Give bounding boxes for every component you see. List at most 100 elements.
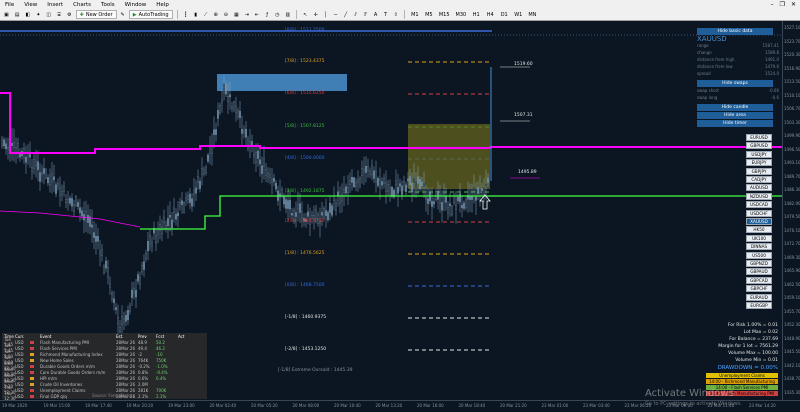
menu-file[interactable]: File: [0, 2, 19, 8]
impact-icon: [30, 359, 34, 362]
symbol-button-audusd[interactable]: AUDUSD: [746, 184, 772, 192]
symbol-button-uk100[interactable]: UK100: [746, 234, 772, 242]
periods-icon[interactable]: ◷: [273, 10, 281, 19]
tile-windows-icon[interactable]: ▦: [232, 10, 241, 19]
news-cell: 46.2: [156, 345, 165, 351]
zoom-in-icon[interactable]: ⊕: [212, 10, 220, 19]
timeframe-m15[interactable]: M15: [437, 10, 452, 19]
hide-area-button[interactable]: Hide area: [697, 112, 773, 119]
candlestick-icon[interactable]: ▮: [192, 10, 200, 19]
candle-body: [137, 274, 139, 282]
timeframe-m5[interactable]: M5: [423, 10, 435, 19]
candle-body: [125, 315, 127, 322]
fibonacci-icon[interactable]: 𝔽: [362, 10, 370, 19]
channel-icon[interactable]: ⫽: [352, 10, 360, 19]
symbol-button-gbpcad[interactable]: GBPCAD: [746, 276, 772, 284]
restore-icon[interactable]: ❐: [780, 1, 785, 8]
menu-tools[interactable]: Tools: [96, 2, 120, 8]
zoom-out-icon[interactable]: ⊖: [222, 10, 230, 19]
templates-icon[interactable]: ▥: [284, 10, 293, 19]
hide-swaps-button[interactable]: Hide swaps: [697, 80, 773, 87]
symbol-button-gbpnzd[interactable]: GBPNZD: [746, 260, 772, 267]
indicators-icon[interactable]: ƒ: [263, 10, 271, 19]
price-axis[interactable]: 1527.10 1523.70 1520.30 1516.90 1513.50 1510.…: [782, 21, 800, 400]
news-cell: Thu 12:30: [4, 391, 16, 401]
news-cell: [30, 394, 40, 399]
cursor-icon[interactable]: ↖: [301, 10, 309, 19]
timeframe-h1[interactable]: H1: [470, 10, 482, 19]
profiles-icon[interactable]: ▤: [13, 10, 22, 19]
candle-body: [447, 207, 449, 214]
symbol-button-xauusd[interactable]: XAUUSD: [746, 218, 772, 225]
symbol-button-cadjpy[interactable]: CADJPY: [746, 176, 772, 183]
autotrading-button[interactable]: ▶ AutoTrading: [128, 10, 173, 19]
trendline-icon[interactable]: ╱: [342, 10, 350, 19]
symbol-button-eurgbp[interactable]: EURGBP: [746, 302, 772, 309]
symbol-button-hk50[interactable]: HK50: [746, 226, 772, 234]
candle-body: [147, 241, 149, 251]
terminal-icon[interactable]: ◫: [44, 10, 53, 19]
options-icon[interactable]: ⚙: [65, 10, 73, 19]
symbol-button-gbpusd[interactable]: GBPUSD: [746, 142, 772, 150]
new-order-button[interactable]: ✚ New Order: [75, 10, 117, 19]
line-chart-icon[interactable]: ⟋: [202, 10, 210, 19]
strategy-tester-icon[interactable]: ⌸: [55, 10, 63, 19]
price-tick-label: 1486.30: [784, 187, 800, 192]
symbol-button-gbpaud[interactable]: GBPAUD: [746, 268, 772, 276]
candle-body: [201, 168, 203, 175]
symbol-button-gbpchf[interactable]: GBPCHF: [746, 285, 772, 293]
timeframe-w1[interactable]: W1: [512, 10, 524, 19]
timeframe-d1[interactable]: D1: [498, 10, 510, 19]
menu-view[interactable]: View: [19, 2, 42, 8]
symbol-button-usdcad[interactable]: USDCAD: [746, 201, 772, 209]
hide-candle-button[interactable]: Hide candle: [697, 104, 773, 111]
menu-insert[interactable]: Insert: [42, 2, 68, 8]
crosshair-icon[interactable]: ✛: [311, 10, 319, 19]
candle-body: [453, 195, 455, 203]
price-tick-label: 1462.50: [784, 281, 800, 287]
candle-body: [199, 180, 201, 189]
candle-body: [275, 182, 277, 190]
candle-body: [411, 182, 413, 193]
symbol-button-us500[interactable]: US500: [746, 251, 772, 259]
symbol-button-nzdusd[interactable]: NZDUSD: [746, 192, 772, 200]
news-cell: [30, 388, 40, 393]
market-watch-icon[interactable]: ◧: [23, 10, 32, 19]
price-tick-label: 1435.30: [784, 389, 800, 395]
new-chart-icon[interactable]: ▣: [2, 10, 11, 19]
timeframe-h4[interactable]: H4: [484, 10, 496, 19]
hide-basic-data-button[interactable]: Hide basic data: [697, 28, 773, 35]
menu-window[interactable]: Window: [120, 2, 152, 8]
symbol-button-usdchf[interactable]: USDCHF: [746, 209, 772, 217]
symbol-button-eurusd[interactable]: EURUSD: [746, 134, 772, 141]
minimize-icon[interactable]: –: [771, 1, 774, 8]
timeframe-m1[interactable]: M1: [409, 10, 421, 19]
hide-timer-button[interactable]: Hide timer: [697, 120, 773, 127]
symbol-button-eurjpy[interactable]: EURJPY: [746, 159, 772, 167]
navigator-icon[interactable]: ✦: [34, 10, 42, 19]
candle-body: [481, 188, 483, 191]
candle-body: [413, 177, 415, 184]
vertical-line-icon[interactable]: │: [322, 10, 330, 19]
symbol-button-dinnas[interactable]: DINNAS: [746, 243, 772, 251]
timeframe-mn[interactable]: MN: [526, 10, 538, 19]
autoscroll-icon[interactable]: ⇥: [243, 10, 251, 19]
symbol-button-euraud[interactable]: EURAUD: [746, 293, 772, 301]
symbol-button-usdjpy[interactable]: USDJPY: [746, 150, 772, 158]
horizontal-line-icon[interactable]: ─: [332, 10, 340, 19]
close-icon[interactable]: ✕: [791, 1, 796, 8]
bar-chart-icon[interactable]: ┇: [182, 10, 190, 19]
arrows-icon[interactable]: ⇧: [392, 10, 400, 19]
menu-help[interactable]: Help: [151, 2, 174, 8]
timeframe-m30[interactable]: M30: [454, 10, 469, 19]
symbol-button-gbpjpy[interactable]: GBPJPY: [746, 167, 772, 175]
menu-charts[interactable]: Charts: [68, 2, 96, 8]
text-icon[interactable]: A: [372, 10, 380, 19]
news-cell: 281K: [138, 387, 149, 393]
price-tick-label: 1455.70: [784, 308, 800, 314]
candle-body: [31, 166, 33, 172]
chart-shift-icon[interactable]: ⇤: [253, 10, 261, 19]
label-icon[interactable]: T: [382, 10, 390, 19]
metaeditor-icon[interactable]: ✎: [119, 10, 127, 19]
candle-body: [285, 199, 287, 209]
